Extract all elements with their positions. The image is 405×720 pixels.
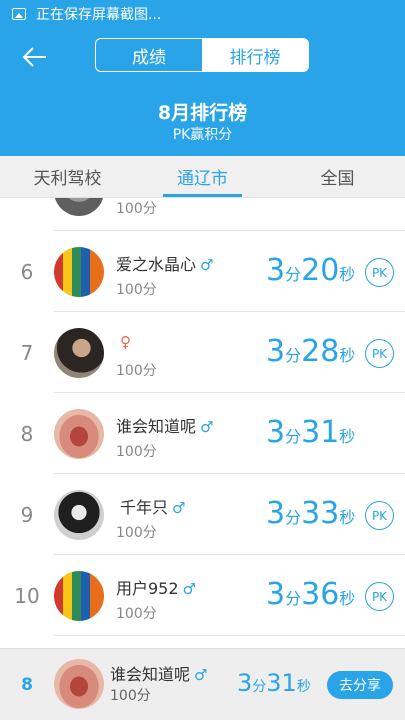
time-seconds: 36 (301, 577, 340, 612)
pk-button[interactable]: PK (365, 339, 394, 368)
avatar (54, 328, 104, 378)
time-value: 3分31秒 (266, 415, 355, 450)
tab-leaderboard[interactable]: 排行榜 (202, 39, 308, 71)
time-value: 3分36秒 (266, 577, 355, 612)
time-value: 3分20秒 (266, 253, 355, 288)
minute-unit: 分 (285, 427, 302, 446)
ranking-list[interactable]: 100分 6 爱之水晶心 ♂ 100分 3分20秒 PK 7 ♀ 100分 3分2… (0, 198, 405, 648)
divider (54, 635, 405, 636)
minute-unit: 分 (252, 679, 267, 695)
score-label: 100分 (116, 606, 157, 622)
score-label: 100分 (116, 444, 157, 460)
user-name: 谁会知道呢 (116, 417, 197, 436)
male-icon: ♂ (200, 418, 214, 436)
time-minutes: 3 (266, 415, 286, 450)
male-icon: ♂ (182, 580, 196, 598)
pk-button[interactable]: PK (365, 258, 394, 287)
second-unit: 秒 (339, 589, 356, 608)
score-label: 100分 (116, 363, 157, 379)
my-rank-number: 8 (21, 675, 33, 695)
my-name: 谁会知道呢 (110, 665, 191, 684)
time-seconds: 33 (301, 496, 340, 531)
list-item[interactable]: 9 千年只 ♂ 100分 3分33秒 PK (0, 474, 405, 555)
avatar (54, 198, 104, 216)
user-name: 爱之水晶心 (116, 255, 197, 274)
pk-button[interactable]: PK (365, 501, 394, 530)
back-arrow-icon[interactable] (20, 42, 50, 72)
time-value: 3分33秒 (266, 496, 355, 531)
avatar (54, 247, 104, 297)
tab-city[interactable]: 通辽市 (135, 156, 270, 197)
second-unit: 秒 (339, 427, 356, 446)
my-rank-bar: 8 谁会知道呢 ♂ 100分 3分31秒 去分享 (0, 648, 405, 720)
list-item[interactable]: 10 用户952 ♂ 100分 3分36秒 PK (0, 555, 405, 636)
second-unit: 秒 (339, 508, 356, 527)
my-score: 100分 (110, 688, 151, 704)
list-item[interactable]: 8 谁会知道呢 ♂ 100分 3分31秒 (0, 393, 405, 474)
minute-unit: 分 (285, 589, 302, 608)
male-icon: ♂ (172, 499, 186, 517)
rank-number: 10 (14, 583, 40, 608)
second-unit: 秒 (296, 679, 311, 695)
pk-button[interactable]: PK (365, 582, 394, 611)
time-minutes: 3 (237, 669, 253, 697)
avatar (54, 571, 104, 621)
avatar (54, 409, 104, 459)
list-item[interactable]: 7 ♀ 100分 3分28秒 PK (0, 312, 405, 393)
list-item[interactable]: 100分 (0, 198, 405, 231)
time-seconds: 20 (301, 253, 340, 288)
header: 成绩 排行榜 8月排行榜 PK赢积分 (0, 28, 405, 156)
minute-unit: 分 (285, 265, 302, 284)
time-seconds: 31 (266, 669, 297, 697)
minute-unit: 分 (285, 508, 302, 527)
time-minutes: 3 (266, 577, 286, 612)
male-icon: ♂ (194, 666, 208, 684)
time-value: 3分28秒 (266, 334, 355, 369)
page-title: 8月排行榜 (157, 102, 248, 124)
minute-unit: 分 (285, 346, 302, 365)
status-bar: 正在保存屏幕截图... (0, 0, 405, 28)
status-text: 正在保存屏幕截图... (36, 7, 162, 23)
score-label: 100分 (116, 282, 157, 298)
tab-scores[interactable]: 成绩 (96, 39, 202, 71)
image-icon (12, 8, 26, 20)
female-icon: ♀ (120, 333, 131, 351)
tab-school[interactable]: 天利驾校 (0, 156, 135, 197)
page-subtitle: PK赢积分 (172, 127, 233, 143)
rank-number: 9 (20, 502, 34, 527)
my-time: 3分31秒 (237, 669, 311, 697)
scope-tabs: 天利驾校 通辽市 全国 (0, 156, 405, 198)
user-name: 用户952 (116, 579, 179, 598)
user-name: 千年只 (120, 498, 169, 517)
time-minutes: 3 (266, 334, 286, 369)
avatar (54, 490, 104, 540)
segment-control: 成绩 排行榜 (95, 38, 309, 72)
share-button[interactable]: 去分享 (327, 671, 393, 699)
second-unit: 秒 (339, 346, 356, 365)
tab-national[interactable]: 全国 (270, 156, 405, 197)
score-label: 100分 (116, 525, 157, 541)
rank-number: 8 (20, 421, 34, 446)
male-icon: ♂ (200, 256, 214, 274)
rank-number: 6 (20, 259, 34, 284)
time-minutes: 3 (266, 253, 286, 288)
second-unit: 秒 (339, 265, 356, 284)
time-seconds: 31 (301, 415, 340, 450)
time-seconds: 28 (301, 334, 340, 369)
time-minutes: 3 (266, 496, 286, 531)
score-label: 100分 (116, 201, 157, 217)
avatar (54, 659, 104, 709)
list-item[interactable]: 6 爱之水晶心 ♂ 100分 3分20秒 PK (0, 231, 405, 312)
rank-number: 7 (20, 340, 34, 365)
